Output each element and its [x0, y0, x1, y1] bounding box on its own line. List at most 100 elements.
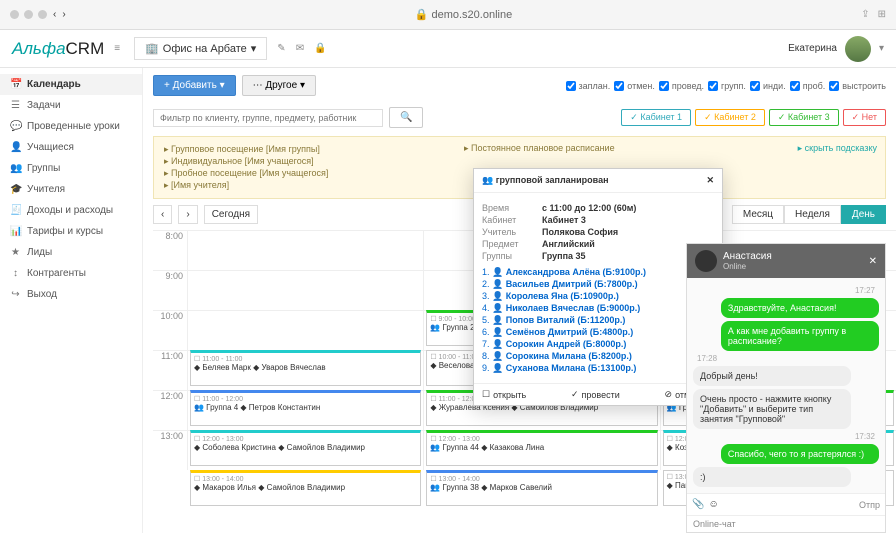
sidebar-label: Календарь: [27, 79, 81, 90]
view-tab[interactable]: День: [841, 205, 886, 224]
calendar-event[interactable]: ☐ 12:00 - 13:00👥 Группа 44 ◆ Казакова Ли…: [426, 430, 657, 466]
sidebar-icon: ↪: [10, 289, 21, 300]
sidebar-item[interactable]: ↪ Выход: [0, 284, 142, 305]
sidebar-label: Группы: [27, 163, 60, 174]
close-icon[interactable]: ✕: [706, 175, 714, 186]
content-area: + Добавить ▾ ⋯ Другое ▾ заплан. отмен. п…: [143, 68, 896, 533]
lock-icon[interactable]: 🔒: [314, 43, 326, 54]
student-link[interactable]: 6. 👤 Семёнов Дмитрий (Б:4800р.): [482, 327, 714, 338]
room-chip[interactable]: ✓ Кабинет 1: [621, 109, 691, 126]
sidebar-item[interactable]: ↕Контрагенты: [0, 263, 142, 284]
emoji-icon[interactable]: ☺: [708, 499, 718, 510]
calendar-event[interactable]: ☐ 13:00 - 14:00👥 Группа 38 ◆ Марков Саве…: [426, 470, 657, 506]
chat-widget: Анастасия Online ✕ 17:27Здравствуйте, Ан…: [686, 243, 886, 533]
hint-plan-label: ▸ Постоянное плановое расписание: [464, 143, 615, 154]
calendar-event[interactable]: ☐ 12:00 - 13:00◆ Соболева Кристина ◆ Сам…: [190, 430, 421, 466]
back-icon[interactable]: ‹: [53, 9, 56, 20]
chat-message: А как мне добавить группу в расписание?: [721, 321, 879, 351]
sidebar-item[interactable]: 🧾Доходы и расходы: [0, 200, 142, 221]
avatar[interactable]: [845, 36, 871, 62]
filter-checkbox[interactable]: заплан.: [566, 81, 611, 91]
logo[interactable]: АльфаCRM: [12, 39, 104, 59]
sidebar-item[interactable]: 👤Учащиеся: [0, 137, 142, 158]
topbar: АльфаCRM ≡ 🏢 Офис на Арбате ▾ ✎ ✉ 🔒 Екат…: [0, 30, 896, 68]
sidebar-label: Тарифы и курсы: [27, 226, 103, 237]
sidebar-label: Проведенные уроки: [27, 121, 120, 132]
menu-icon[interactable]: ≡: [114, 43, 120, 54]
chat-message: Здравствуйте, Анастасия!: [721, 298, 879, 318]
url-bar[interactable]: 🔒 demo.s20.online: [72, 8, 856, 21]
office-selector[interactable]: 🏢 Офис на Арбате ▾: [134, 37, 267, 60]
sidebar-item[interactable]: ☰Задачи: [0, 95, 142, 116]
popover-detail-row: ПредметАнглийский: [482, 239, 714, 249]
today-button[interactable]: Сегодня: [204, 205, 258, 224]
calendar-column[interactable]: ☐ 11:00 - 11:00◆ Беляев Марк ◆ Уваров Вя…: [187, 230, 423, 470]
tabs-icon[interactable]: ⊞: [878, 9, 886, 20]
calendar-event[interactable]: ☐ 13:00 - 14:00◆ Макаров Илья ◆ Самойлов…: [190, 470, 421, 506]
hide-hint-link[interactable]: ▸ скрыть подсказку: [798, 143, 877, 154]
send-button[interactable]: Отпр: [859, 500, 880, 510]
sidebar-item[interactable]: ★Лиды: [0, 242, 142, 263]
student-link[interactable]: 3. 👤 Королева Яна (Б:10900р.): [482, 291, 714, 302]
mail-icon[interactable]: ✉: [296, 43, 304, 54]
time-label: 12:00: [153, 390, 187, 430]
sidebar-item[interactable]: 📅 Календарь: [0, 74, 142, 95]
sidebar-label: Контрагенты: [27, 268, 86, 279]
share-icon[interactable]: ⇪: [861, 9, 869, 20]
user-dropdown-icon[interactable]: ▾: [879, 43, 884, 54]
edit-icon[interactable]: ✎: [277, 43, 285, 54]
other-button[interactable]: ⋯ Другое ▾: [242, 75, 316, 96]
time-label: 9:00: [153, 270, 187, 310]
filter-checkbox[interactable]: провед.: [659, 81, 704, 91]
sidebar-icon: 📊: [10, 226, 21, 237]
student-link[interactable]: 8. 👤 Сорокина Милана (Б:8200р.): [482, 351, 714, 362]
chat-input[interactable]: [723, 500, 855, 510]
view-tab[interactable]: Неделя: [784, 205, 841, 224]
chat-message: :): [693, 467, 851, 487]
view-tab[interactable]: Месяц: [732, 205, 784, 224]
open-button[interactable]: ☐ открыть: [482, 389, 526, 400]
sidebar-item[interactable]: 👥Группы: [0, 158, 142, 179]
room-chip[interactable]: ✓ Нет: [843, 109, 886, 126]
filter-checkbox[interactable]: выстроить: [829, 81, 886, 91]
filter-checkbox[interactable]: инди.: [750, 81, 786, 91]
chat-message: Спасибо, чего то я растерялся :): [721, 444, 879, 464]
prev-button[interactable]: ‹: [153, 205, 172, 224]
sidebar-label: Учителя: [27, 184, 65, 195]
sidebar-item[interactable]: 📊 Тарифы и курсы: [0, 221, 142, 242]
attach-icon[interactable]: 📎: [692, 499, 704, 510]
user-name[interactable]: Екатерина: [788, 43, 837, 54]
chat-avatar: [695, 250, 717, 272]
room-chip[interactable]: ✓ Кабинет 3: [769, 109, 839, 126]
student-link[interactable]: 9. 👤 Суханова Милана (Б:13100р.): [482, 363, 714, 374]
sidebar-icon: 📅: [10, 79, 21, 90]
sidebar-label: Учащиеся: [27, 142, 74, 153]
chat-header[interactable]: Анастасия Online ✕: [687, 244, 885, 278]
room-chip[interactable]: ✓ Кабинет 2: [695, 109, 765, 126]
toolbar-filter: 🔍 ✓ Кабинет 1✓ Кабинет 2✓ Кабинет 3✓ Нет: [143, 103, 896, 136]
calendar-event[interactable]: ☐ 11:00 - 11:00◆ Беляев Марк ◆ Уваров Вя…: [190, 350, 421, 386]
filter-input[interactable]: [153, 109, 383, 127]
student-link[interactable]: 7. 👤 Сорокин Андрей (Б:8000р.): [482, 339, 714, 350]
filter-checkbox[interactable]: групп.: [708, 81, 746, 91]
chat-message: Добрый день!: [693, 366, 851, 386]
conduct-button[interactable]: ✓ провести: [571, 389, 620, 400]
student-link[interactable]: 1. 👤 Александрова Алёна (Б:9100р.): [482, 267, 714, 278]
chat-status: Online: [723, 262, 772, 271]
add-button[interactable]: + Добавить ▾: [153, 75, 236, 96]
calendar-event[interactable]: ☐ 11:00 - 12:00👥 Группа 4 ◆ Петров Конст…: [190, 390, 421, 426]
filter-checkbox[interactable]: проб.: [790, 81, 826, 91]
student-link[interactable]: 4. 👤 Николаев Вячеслав (Б:9000р.): [482, 303, 714, 314]
search-button[interactable]: 🔍: [389, 107, 423, 128]
student-link[interactable]: 2. 👤 Васильев Дмитрий (Б:7800р.): [482, 279, 714, 290]
popover-title: 👥 групповой запланирован: [482, 175, 609, 186]
next-button[interactable]: ›: [178, 205, 197, 224]
student-link[interactable]: 5. 👤 Попов Виталий (Б:11200р.): [482, 315, 714, 326]
forward-icon[interactable]: ›: [62, 9, 65, 20]
sidebar-item[interactable]: 🎓Учителя: [0, 179, 142, 200]
sidebar-label: Задачи: [27, 100, 61, 111]
sidebar-item[interactable]: 💬Проведенные уроки: [0, 116, 142, 137]
filter-checkbox[interactable]: отмен.: [614, 81, 655, 91]
chat-close-icon[interactable]: ✕: [869, 256, 877, 267]
sidebar-label: Выход: [27, 289, 57, 300]
